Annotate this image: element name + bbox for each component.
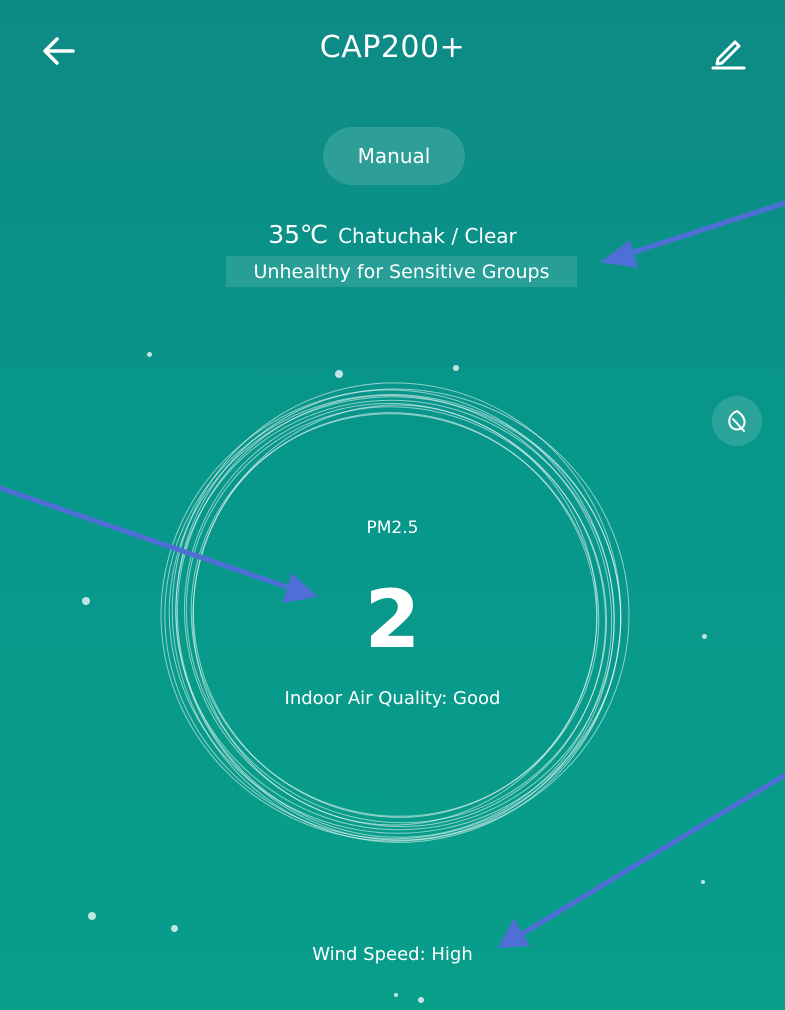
indoor-air-quality-text: Indoor Air Quality: Good (284, 688, 501, 709)
app-header: CAP200+ (0, 0, 785, 100)
particle-dot (147, 352, 152, 357)
particle-dot (335, 370, 343, 378)
particle-dot (82, 597, 90, 605)
particle-dot (171, 925, 178, 932)
pencil-icon (711, 40, 746, 70)
mode-button[interactable]: Manual (323, 127, 465, 185)
pm25-label: PM2.5 (366, 518, 419, 538)
pm25-value: 2 (364, 573, 421, 666)
page-title: CAP200+ (319, 30, 466, 65)
particle-dot (394, 993, 398, 997)
edit-button[interactable] (705, 28, 751, 74)
particle-dot (701, 880, 705, 884)
outdoor-temperature: 35℃ (268, 220, 329, 249)
leaf-icon (728, 409, 746, 432)
eco-mode-button[interactable] (712, 396, 762, 446)
particle-dot (702, 634, 707, 639)
location-condition: Chatuchak / Clear (338, 224, 517, 248)
particle-dot (418, 997, 424, 1003)
wind-speed-text: Wind Speed: High (312, 944, 473, 965)
weather-summary: 35℃ Chatuchak / Clear (0, 220, 785, 249)
particle-dot (88, 912, 96, 920)
outdoor-air-quality-badge: Unhealthy for Sensitive Groups (226, 256, 577, 287)
particle-dot (453, 365, 459, 371)
